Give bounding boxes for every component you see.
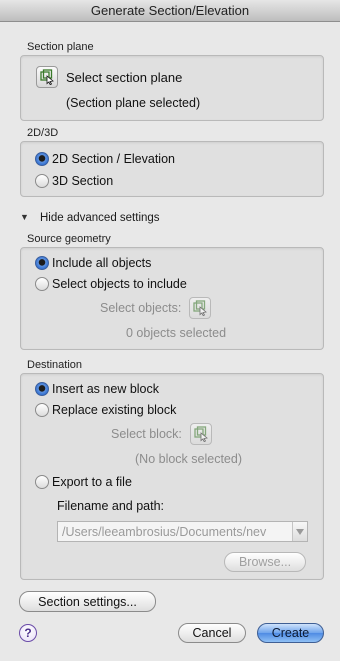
block-status-text: (No block selected) — [135, 452, 242, 466]
window-title: Generate Section/Elevation — [0, 0, 340, 22]
filename-field[interactable]: /Users/leeambrosius/Documents/nev — [58, 525, 292, 539]
mode-2d-option[interactable]: 2D Section / Elevation — [35, 152, 175, 166]
select-objects-row: Select objects: — [100, 297, 212, 319]
mode-3d-label: 3D Section — [52, 174, 114, 188]
replace-block-label: Replace existing block — [52, 403, 177, 417]
select-block-row: Select block: — [111, 423, 212, 445]
select-block-label: Select block: — [111, 427, 182, 441]
pick-object-icon — [40, 69, 54, 85]
select-objects-option[interactable]: Select objects to include — [35, 277, 187, 291]
radio-replace-block[interactable] — [35, 403, 49, 417]
objects-selected-text: 0 objects selected — [126, 326, 227, 340]
select-block-button[interactable] — [189, 423, 212, 445]
radio-3d-section[interactable] — [35, 174, 49, 188]
select-objects-label: Select objects: — [100, 301, 182, 315]
radio-insert-new-block[interactable] — [35, 382, 49, 396]
mode-3d-option[interactable]: 3D Section — [35, 174, 113, 188]
filename-combo[interactable]: /Users/leeambrosius/Documents/nev — [57, 521, 308, 542]
objects-selected-status: 0 objects selected — [126, 326, 226, 340]
include-all-label: Include all objects — [52, 256, 152, 270]
pick-object-icon — [193, 300, 208, 316]
insert-new-block-label: Insert as new block — [52, 382, 159, 396]
source-geometry-label: Source geometry — [27, 233, 111, 245]
destination-label: Destination — [27, 359, 83, 371]
select-objects-button[interactable] — [189, 297, 212, 319]
filename-label-row: Filename and path: — [57, 499, 164, 513]
select-objects-option-label: Select objects to include — [52, 277, 187, 291]
mode-group — [20, 141, 324, 197]
cancel-button[interactable]: Cancel — [178, 623, 246, 643]
help-icon[interactable]: ? — [19, 624, 37, 642]
pick-object-icon — [194, 426, 208, 442]
create-button[interactable]: Create — [257, 623, 324, 643]
mode-label: 2D/3D — [27, 127, 59, 139]
section-plane-status-text: (Section plane selected) — [66, 96, 201, 110]
select-section-plane-row: Select section plane — [36, 66, 182, 88]
insert-new-block-option[interactable]: Insert as new block — [35, 382, 159, 396]
block-status: (No block selected) — [135, 452, 242, 466]
dropdown-arrow-icon[interactable] — [292, 522, 307, 541]
export-file-option[interactable]: Export to a file — [35, 475, 132, 489]
radio-export-file[interactable] — [35, 475, 49, 489]
browse-button[interactable]: Browse... — [224, 552, 306, 572]
select-section-plane-button[interactable] — [36, 66, 58, 88]
section-plane-label: Section plane — [27, 41, 94, 53]
section-plane-status: (Section plane selected) — [66, 96, 200, 110]
disclosure-triangle-icon[interactable]: ▼ — [20, 212, 29, 222]
hide-advanced-label: Hide advanced settings — [40, 212, 160, 224]
filename-label: Filename and path: — [57, 499, 165, 513]
replace-block-option[interactable]: Replace existing block — [35, 403, 176, 417]
include-all-option[interactable]: Include all objects — [35, 256, 151, 270]
hide-advanced-toggle[interactable]: Hide advanced settings — [40, 212, 160, 224]
radio-include-all[interactable] — [35, 256, 49, 270]
mode-2d-label: 2D Section / Elevation — [52, 152, 175, 166]
radio-2d-section[interactable] — [35, 152, 49, 166]
section-plane-group — [20, 55, 324, 121]
section-settings-button[interactable]: Section settings... — [19, 591, 156, 612]
radio-select-objects[interactable] — [35, 277, 49, 291]
select-section-plane-label: Select section plane — [66, 69, 183, 85]
export-file-label: Export to a file — [52, 475, 132, 489]
